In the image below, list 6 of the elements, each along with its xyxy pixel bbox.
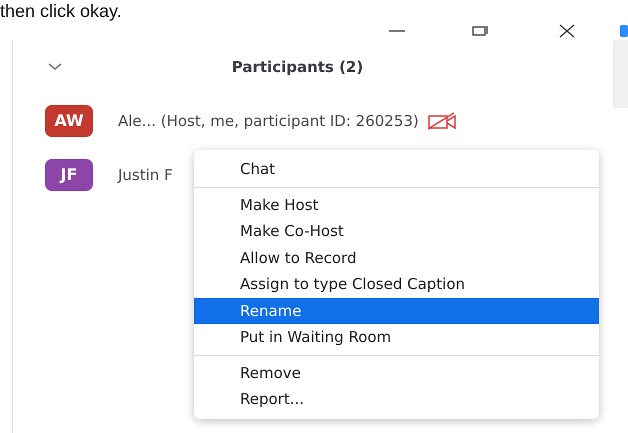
avatar: AW bbox=[45, 105, 93, 137]
caption-text: then click okay. bbox=[0, 0, 122, 22]
panel-title: Participants (2) bbox=[230, 56, 364, 78]
participant-name: Ale... (Host, me, participant ID: 260253) bbox=[118, 110, 419, 132]
participant-name: Justin F bbox=[118, 164, 173, 186]
avatar: JF bbox=[45, 159, 93, 191]
